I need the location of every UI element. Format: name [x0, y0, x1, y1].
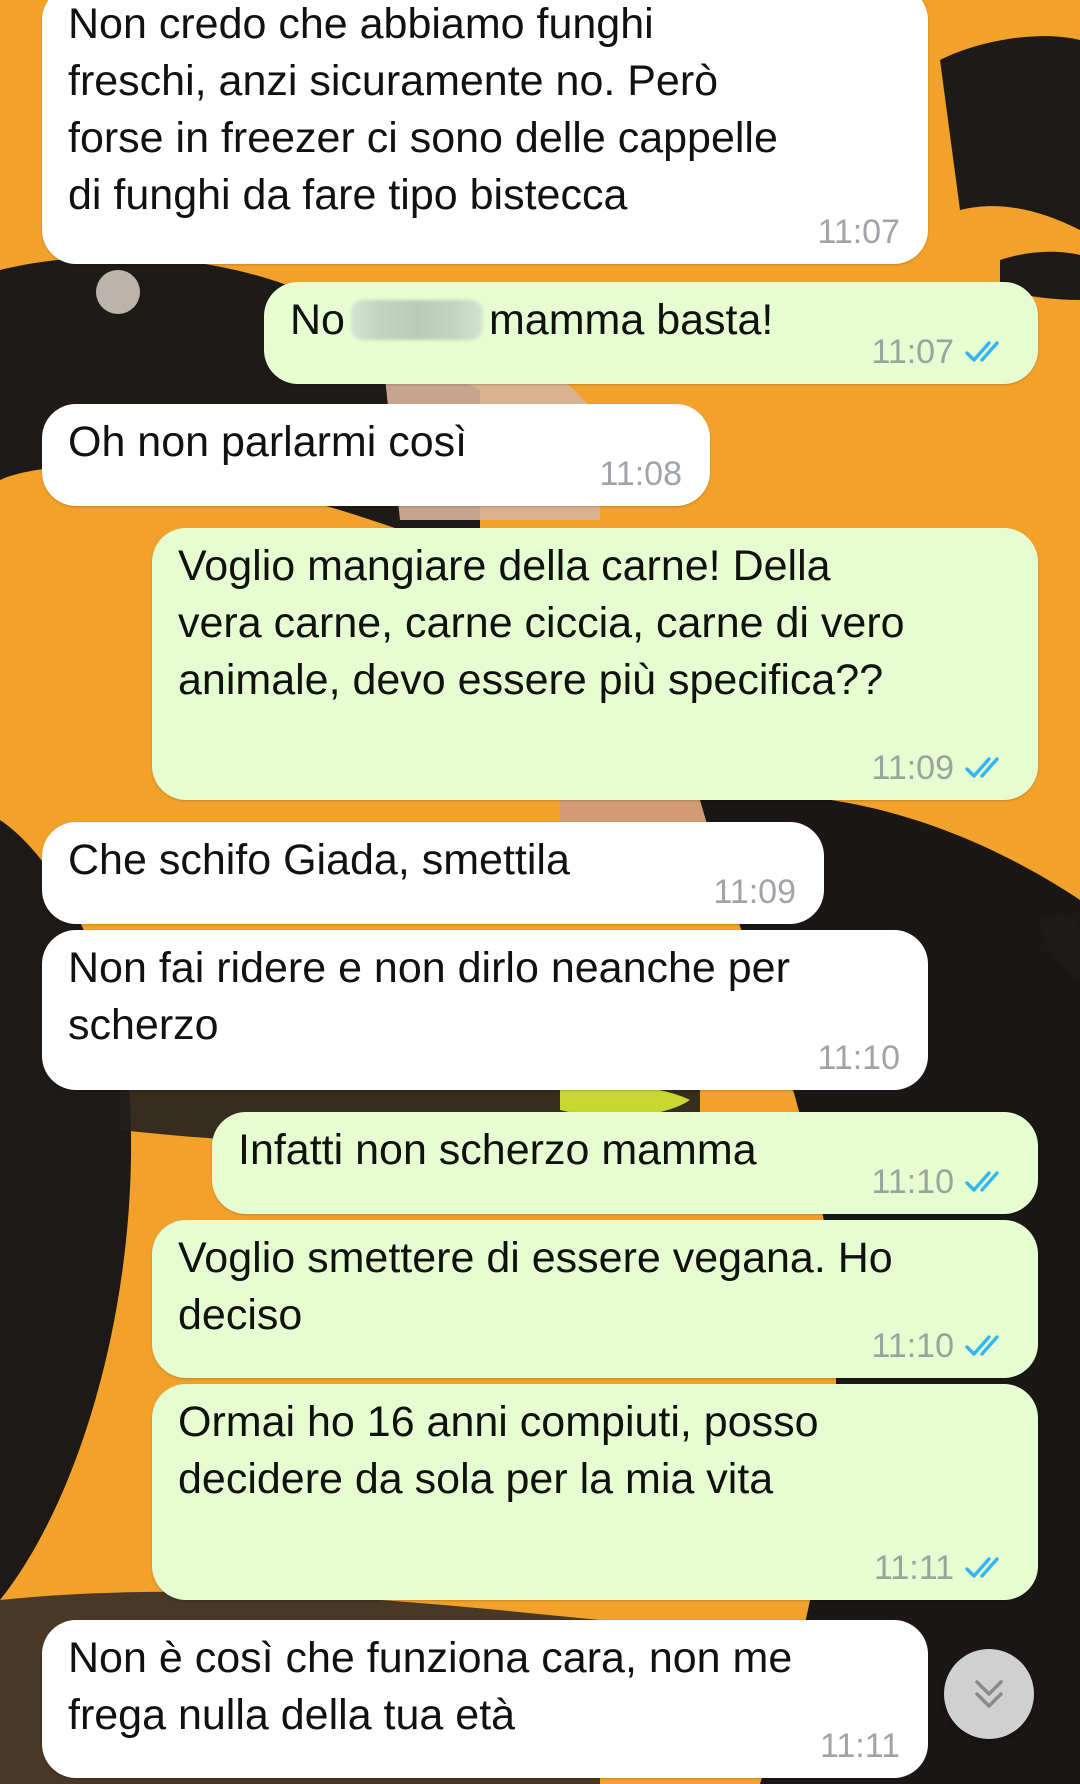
message-meta: 11:11	[820, 1726, 900, 1766]
message-text: Che schifo Giada, smettila	[68, 836, 570, 884]
message-time: 11:10	[871, 1327, 954, 1365]
scroll-to-bottom-button[interactable]	[944, 1649, 1034, 1739]
message-time: 11:11	[873, 1549, 954, 1587]
message-text: Non credo che abbiamo funghi freschi, an…	[68, 0, 778, 219]
message-meta: 11:11	[874, 1548, 1010, 1588]
message-meta: 11:10	[871, 1162, 1010, 1202]
message-bubble-incoming[interactable]: Non credo che abbiamo funghi freschi, an…	[42, 0, 928, 264]
double-check-icon	[965, 757, 999, 778]
double-check-icon	[965, 1335, 999, 1356]
message-meta: 11:09	[871, 748, 1010, 788]
message-time: 11:07	[817, 213, 900, 251]
message-time: 11:09	[713, 873, 796, 911]
message-text: Non è così che funziona cara, non me fre…	[68, 1634, 793, 1739]
blurred-name	[350, 300, 483, 340]
double-check-icon	[965, 341, 999, 362]
message-bubble-outgoing[interactable]: Infatti non scherzo mamma 11:10	[212, 1112, 1038, 1214]
message-meta: 11:10	[871, 1326, 1010, 1366]
message-bubble-incoming[interactable]: Oh non parlarmi così 11:08	[42, 404, 710, 506]
message-text: Voglio mangiare della carne! Della vera …	[178, 542, 905, 704]
message-bubble-outgoing[interactable]: Voglio mangiare della carne! Della vera …	[152, 528, 1038, 800]
message-time: 11:10	[817, 1039, 900, 1077]
message-meta: 11:09	[713, 872, 796, 912]
message-bubble-incoming[interactable]: Che schifo Giada, smettila 11:09	[42, 822, 824, 924]
message-time: 11:11	[819, 1727, 900, 1765]
message-bubble-outgoing[interactable]: Voglio smettere di essere vegana. Ho dec…	[152, 1220, 1038, 1378]
chevron-double-down-icon	[975, 1680, 1003, 1708]
message-time: 11:10	[871, 1163, 954, 1201]
message-bubble-outgoing[interactable]: Ormai ho 16 anni compiuti, posso decider…	[152, 1384, 1038, 1600]
message-text: Ormai ho 16 anni compiuti, posso decider…	[178, 1398, 819, 1503]
double-check-icon	[965, 1557, 999, 1578]
message-meta: 11:07	[817, 212, 900, 252]
message-text-after: mamma basta!	[488, 296, 774, 344]
message-bubble-incoming[interactable]: Non fai ridere e non dirlo neanche per s…	[42, 930, 928, 1090]
message-bubble-outgoing[interactable]: No mamma basta! 11:07	[264, 282, 1038, 384]
message-meta: 11:08	[599, 454, 682, 494]
message-time: 11:07	[871, 333, 954, 371]
message-meta: 11:07	[871, 332, 1010, 372]
message-meta: 11:10	[817, 1038, 900, 1078]
message-bubble-incoming[interactable]: Non è così che funziona cara, non me fre…	[42, 1620, 928, 1778]
message-time: 11:08	[599, 455, 682, 493]
message-time: 11:09	[871, 749, 954, 787]
message-text: Non fai ridere e non dirlo neanche per s…	[68, 944, 790, 1049]
message-text: Oh non parlarmi così	[68, 418, 468, 466]
chat-message-list[interactable]: Non credo che abbiamo funghi freschi, an…	[0, 0, 1080, 1784]
double-check-icon	[965, 1171, 999, 1192]
message-text-before: No	[290, 296, 345, 344]
